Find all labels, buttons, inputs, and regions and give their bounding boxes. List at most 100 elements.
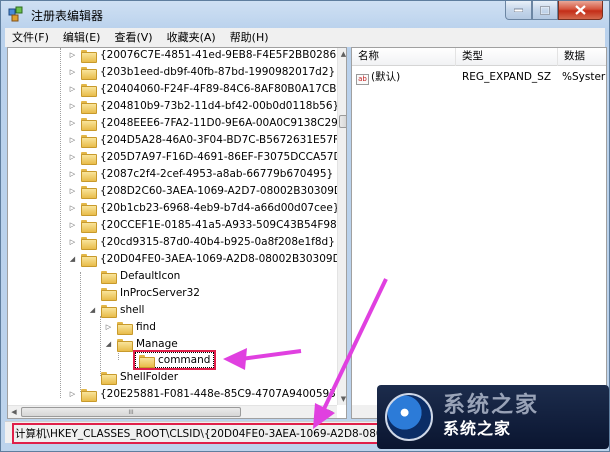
tree-item-computer-key[interactable]: ◢ {20D04FE0-3AEA-1069-A2D8-08002B30309D}: [68, 250, 347, 268]
tree-item-label: {20076C7E-4851-41ed-9EB8-F4E5F2BB0286}: [100, 49, 343, 61]
tree-guide-line: [80, 272, 81, 392]
column-header-name[interactable]: 名称: [352, 48, 456, 66]
tree-item-label: {2048EEE6-7FA2-11D0-9E6A-00A0C9138C29}: [100, 117, 345, 129]
folder-open-icon: [81, 253, 97, 267]
tree-item-label: {20D04FE0-3AEA-1069-A2D8-08002B30309D}: [100, 253, 347, 265]
scroll-thumb[interactable]: III: [21, 407, 241, 417]
tree-item-label: find: [136, 321, 156, 333]
menu-file[interactable]: 文件(F): [5, 28, 56, 47]
tree-item[interactable]: ▷ {20E25881-F081-448e-85C9-4707A9400593}: [68, 385, 343, 403]
string-value-icon: ab: [356, 74, 369, 85]
expand-icon[interactable]: ▷: [68, 238, 77, 247]
tree-item[interactable]: ▷ {2048EEE6-7FA2-11D0-9E6A-00A0C9138C29}: [68, 114, 344, 132]
folder-icon: [81, 168, 97, 182]
expand-icon[interactable]: [122, 356, 131, 365]
value-list-pane[interactable]: 名称 类型 数据 ab (默认) REG_EXPAND_SZ %Syster: [351, 47, 607, 419]
logo-emblem-icon: [385, 393, 433, 441]
expand-icon[interactable]: ▷: [68, 187, 77, 196]
list-header: 名称 类型 数据: [352, 48, 606, 66]
value-name: (默认): [371, 71, 401, 83]
expand-icon[interactable]: ▷: [68, 204, 77, 213]
registry-editor-window: 注册表编辑器 文件(F) 编辑(E) 查看(V) 收藏夹(A) 帮助(H) ▷ {…: [0, 0, 610, 452]
tree-item[interactable]: ▷ {20404060-F24F-4F89-84C6-8AF80B0A17CB}: [68, 80, 343, 98]
tree-item[interactable]: ▷ {20b1cb23-6968-4eb9-b7d4-a66d00d07cee}: [68, 199, 339, 217]
expand-icon[interactable]: ▷: [104, 323, 113, 332]
scroll-right-icon[interactable]: ▶: [325, 406, 337, 418]
tree-item[interactable]: ▷ {204D5A28-46A0-3F04-BD7C-B5672631E57F}: [68, 131, 346, 149]
column-header-data[interactable]: 数据: [558, 48, 606, 66]
tree-item-shell[interactable]: ◢ shell: [88, 301, 144, 319]
tree-item[interactable]: ▷ {204810b9-73b2-11d4-bf42-00b0d0118b56}: [68, 97, 339, 115]
folder-icon: [81, 151, 97, 165]
scroll-left-icon[interactable]: ◀: [8, 406, 20, 418]
tree-item-label: {204810b9-73b2-11d4-bf42-00b0d0118b56}: [100, 100, 340, 112]
tree-item[interactable]: InProcServer32: [88, 284, 200, 302]
tree-item-label: {20cd9315-87d0-40b4-b925-0a8f208e1f8d}: [100, 236, 335, 248]
tree-item-label: InProcServer32: [120, 287, 200, 299]
column-header-type[interactable]: 类型: [456, 48, 558, 66]
site-watermark-logo: 系统之家 系统之家: [377, 385, 609, 449]
list-row[interactable]: ab (默认) REG_EXPAND_SZ %Syster: [352, 69, 606, 85]
tree-item[interactable]: ▷ {205D7A97-F16D-4691-86EF-F3075DCCA57D}: [68, 148, 346, 166]
maximize-icon: [540, 5, 550, 15]
tree-item-label: {2087c2f4-2cef-4953-a8ab-66779b670495}: [100, 168, 334, 180]
tree-horizontal-scrollbar[interactable]: ◀ III ▶: [8, 405, 337, 418]
expand-icon[interactable]: [88, 373, 97, 382]
expand-icon[interactable]: [88, 289, 97, 298]
tree-item-label: {20E25881-F081-448e-85C9-4707A9400593}: [100, 388, 343, 400]
tree-item-label: ShellFolder: [120, 371, 179, 383]
folder-open-icon: [101, 304, 117, 318]
minimize-icon: [514, 8, 523, 12]
expand-icon[interactable]: [88, 272, 97, 281]
expand-icon[interactable]: ▷: [68, 51, 77, 60]
tree-item[interactable]: ▷ {20076C7E-4851-41ed-9EB8-F4E5F2BB0286}: [68, 48, 343, 64]
expand-icon[interactable]: ▷: [68, 390, 77, 399]
close-button[interactable]: [558, 1, 603, 20]
expand-icon[interactable]: ▷: [68, 68, 77, 77]
folder-icon: [81, 219, 97, 233]
menu-view[interactable]: 查看(V): [107, 28, 159, 47]
scroll-grip: III: [128, 408, 134, 416]
tree-item-label: {20CCEF1E-0185-41a5-A933-509C43B54F98}: [100, 219, 344, 231]
tree-item-command[interactable]: command: [122, 350, 217, 370]
folder-icon: [81, 185, 97, 199]
tree-item-label: Manage: [136, 338, 178, 350]
expand-icon[interactable]: ▷: [68, 153, 77, 162]
scroll-thumb[interactable]: [339, 115, 346, 128]
tree-item[interactable]: ▷ {20cd9315-87d0-40b4-b925-0a8f208e1f8d}: [68, 233, 335, 251]
collapse-icon[interactable]: ◢: [88, 306, 97, 315]
expand-icon[interactable]: ▷: [68, 136, 77, 145]
tree-vertical-scrollbar[interactable]: ▲ ▼: [337, 48, 346, 405]
expand-icon[interactable]: ▷: [68, 85, 77, 94]
tree-item-label: command: [158, 354, 211, 366]
tree-item[interactable]: ▷ {208D2C60-3AEA-1069-A2D7-08002B30309D}: [68, 182, 347, 200]
menu-help[interactable]: 帮助(H): [223, 28, 276, 47]
tree-item[interactable]: ShellFolder: [88, 368, 178, 386]
expand-icon[interactable]: ▷: [68, 119, 77, 128]
minimize-button[interactable]: [505, 1, 532, 20]
scroll-up-icon[interactable]: ▲: [338, 48, 346, 60]
tree-item[interactable]: ▷ {2087c2f4-2cef-4953-a8ab-66779b670495}: [68, 165, 333, 183]
title-bar[interactable]: 注册表编辑器: [1, 1, 609, 27]
folder-icon: [81, 49, 97, 63]
key-tree-pane[interactable]: ▷ {20076C7E-4851-41ed-9EB8-F4E5F2BB0286} …: [7, 47, 347, 419]
window-title: 注册表编辑器: [31, 9, 104, 23]
collapse-icon[interactable]: ◢: [68, 255, 77, 264]
collapse-icon[interactable]: ◢: [104, 340, 113, 349]
folder-icon: [81, 388, 97, 402]
expand-icon[interactable]: ▷: [68, 170, 77, 179]
tree-item-label: {208D2C60-3AEA-1069-A2D7-08002B30309D}: [100, 185, 347, 197]
maximize-button[interactable]: [532, 1, 558, 20]
tree-item[interactable]: ▷ find: [104, 318, 156, 336]
tree-item[interactable]: ▷ {20CCEF1E-0185-41a5-A933-509C43B54F98}: [68, 216, 343, 234]
menu-edit[interactable]: 编辑(E): [56, 28, 108, 47]
menu-favorites[interactable]: 收藏夹(A): [160, 28, 223, 47]
expand-icon[interactable]: ▷: [68, 221, 77, 230]
tree-item[interactable]: DefaultIcon: [88, 267, 180, 285]
folder-icon: [139, 354, 155, 368]
scroll-down-icon[interactable]: ▼: [338, 393, 346, 405]
expand-icon[interactable]: ▷: [68, 102, 77, 111]
selected-key[interactable]: command: [132, 350, 217, 370]
tree-guide-line: [60, 48, 61, 398]
tree-item[interactable]: ▷ {203b1eed-db9f-40fb-87bd-1990982017d2}: [68, 63, 335, 81]
